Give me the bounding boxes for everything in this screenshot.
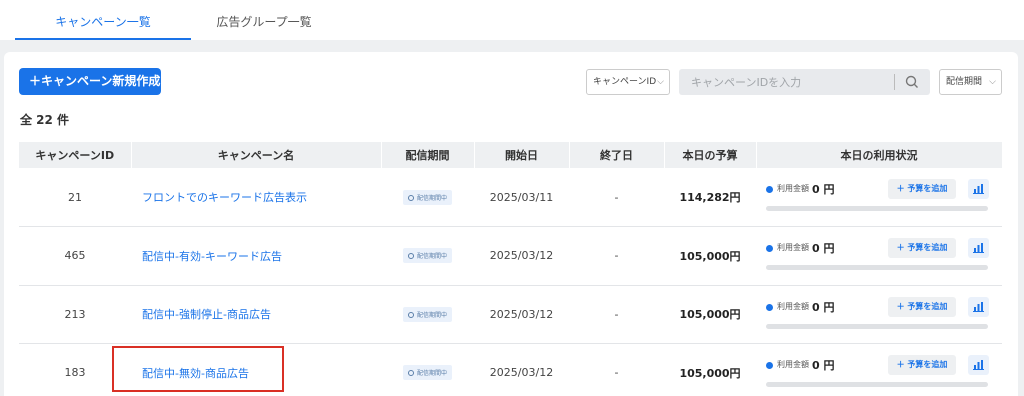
usage-cell: 利用金額 0 円 ＋ 予算を追加 xyxy=(756,226,1002,286)
header-daily-budget[interactable]: 本日の予算 xyxy=(664,142,757,168)
usage-progress-bar xyxy=(766,382,988,387)
period-status-badge: 配信期間中 xyxy=(402,365,452,381)
period-cell: 配信期間中 xyxy=(381,285,474,344)
header-campaign-id[interactable]: キャンペーンID xyxy=(19,142,132,168)
add-budget-button[interactable]: ＋ 予算を追加 xyxy=(888,179,956,199)
clock-icon xyxy=(407,311,414,318)
tab-campaign-list[interactable]: キャンペーン一覧 xyxy=(15,0,191,40)
bar-chart-icon[interactable] xyxy=(968,238,989,258)
usage-value: 0 円 xyxy=(812,242,835,255)
campaign-panel: ＋キャンペーン新規作成 キャンペーンID ⌵ 配信期間 ⌵ 全 22 件 キャン… xyxy=(4,52,1018,396)
usage-value: 0 円 xyxy=(812,300,835,314)
period-status-text: 配信期間中 xyxy=(416,194,447,202)
bar-chart-icon[interactable] xyxy=(968,296,989,317)
daily-budget-cell: 105,000円 xyxy=(664,343,756,396)
period-cell: 配信期間中 xyxy=(381,226,474,286)
end-date-cell: - xyxy=(569,168,664,227)
usage-cell: 利用金額 0 円 ＋ 予算を追加 xyxy=(756,343,1002,396)
chevron-down-icon: ⌵ xyxy=(989,77,996,87)
header-daily-usage: 本日の利用状況 xyxy=(756,142,1003,168)
start-date-cell: 2025/03/12 xyxy=(474,343,569,396)
start-date-cell: 2025/03/12 xyxy=(474,226,569,286)
clock-icon xyxy=(407,194,414,201)
period-status-text: 配信期間中 xyxy=(416,253,447,261)
clock-icon xyxy=(407,370,414,377)
campaign-id-cell: 21 xyxy=(19,168,131,227)
period-status-text: 配信期間中 xyxy=(416,311,447,319)
usage-cell: 利用金額 0 円 ＋ 予算を追加 xyxy=(756,285,1002,344)
usage-value: 0 円 xyxy=(812,183,835,196)
period-select-label: 配信期間 xyxy=(946,77,983,87)
table-row: 21 フロントでのキーワード広告表示 配信期間中 2025/03/11-114,282… xyxy=(19,168,1002,227)
search-divider xyxy=(894,74,895,90)
campaign-name-link[interactable]: 配信中-有効-キーワード広告 xyxy=(142,250,282,263)
period-status-badge: 配信期間中 xyxy=(402,306,452,322)
daily-budget-cell: 105,000円 xyxy=(664,285,756,344)
tab-bar: キャンペーン一覧 広告グループ一覧 xyxy=(0,0,1024,40)
period-status-badge: 配信期間中 xyxy=(402,189,452,205)
daily-budget-cell: 114,282円 xyxy=(664,168,756,227)
usage-label: 利用金額 xyxy=(777,184,809,193)
campaign-name-link[interactable]: フロントでのキーワード広告表示 xyxy=(142,191,307,204)
highlight-box xyxy=(112,346,284,392)
usage-label: 利用金額 xyxy=(777,360,809,369)
end-date-cell: - xyxy=(569,226,664,286)
tab-adgroup-list[interactable]: 広告グループ一覧 xyxy=(194,0,334,40)
usage-dot xyxy=(766,186,773,193)
daily-budget-cell: 105,000円 xyxy=(664,226,756,286)
header-campaign-name[interactable]: キャンペーン名 xyxy=(131,142,382,168)
clock-icon xyxy=(407,253,414,260)
campaign-name-cell: フロントでのキーワード広告表示 xyxy=(131,168,381,227)
table-row: 465 配信中-有効-キーワード広告 配信期間中 2025/03/12-105,000… xyxy=(19,226,1002,286)
usage-label: 利用金額 xyxy=(777,301,809,311)
usage-value: 0 円 xyxy=(812,359,835,372)
campaign-id-cell: 465 xyxy=(19,226,131,286)
filter-field-select[interactable]: キャンペーンID ⌵ xyxy=(586,69,670,95)
table-header-row: キャンペーンID キャンペーン名 配信期間 開始日 終了日 本日の予算 本日の利… xyxy=(19,142,1003,168)
campaign-id-search-input[interactable] xyxy=(679,69,930,95)
table-row: 213 配信中-強制停止-商品広告 配信期間中 2025/03/12-105,000円… xyxy=(19,285,1002,344)
campaign-id-cell: 213 xyxy=(19,285,131,344)
header-period[interactable]: 配信期間 xyxy=(381,142,475,168)
period-status-text: 配信期間中 xyxy=(416,370,447,378)
usage-progress-bar xyxy=(766,265,988,270)
usage-dot xyxy=(766,245,773,252)
period-cell: 配信期間中 xyxy=(381,168,474,227)
usage-dot xyxy=(766,303,773,311)
start-date-cell: 2025/03/12 xyxy=(474,285,569,344)
header-end-date[interactable]: 終了日 xyxy=(569,142,665,168)
campaign-name-cell: 配信中-有効-キーワード広告 xyxy=(131,226,381,286)
usage-dot xyxy=(766,362,773,369)
bar-chart-icon[interactable] xyxy=(968,179,989,199)
filter-field-select-label: キャンペーンID xyxy=(593,77,657,87)
campaign-name-link[interactable]: 配信中-強制停止-商品広告 xyxy=(142,308,271,321)
add-budget-button[interactable]: ＋ 予算を追加 xyxy=(888,238,956,258)
period-cell: 配信期間中 xyxy=(381,343,474,396)
create-campaign-button[interactable]: ＋キャンペーン新規作成 xyxy=(19,68,161,95)
end-date-cell: - xyxy=(569,285,664,344)
period-select[interactable]: 配信期間 ⌵ xyxy=(939,69,1002,95)
usage-label: 利用金額 xyxy=(777,243,809,252)
add-budget-button[interactable]: ＋ 予算を追加 xyxy=(888,296,956,317)
bar-chart-icon[interactable] xyxy=(968,355,989,375)
usage-progress-bar xyxy=(766,323,988,329)
result-count: 全 22 件 xyxy=(20,113,70,127)
usage-cell: 利用金額 0 円 ＋ 予算を追加 xyxy=(756,168,1002,227)
period-status-badge: 配信期間中 xyxy=(402,248,452,264)
usage-progress-bar xyxy=(766,206,988,211)
end-date-cell: - xyxy=(569,343,664,396)
chevron-down-icon: ⌵ xyxy=(657,77,664,87)
add-budget-button[interactable]: ＋ 予算を追加 xyxy=(888,355,956,375)
header-start-date[interactable]: 開始日 xyxy=(474,142,570,168)
campaign-name-cell: 配信中-強制停止-商品広告 xyxy=(131,285,381,344)
start-date-cell: 2025/03/11 xyxy=(474,168,569,227)
search-icon[interactable] xyxy=(902,72,922,92)
